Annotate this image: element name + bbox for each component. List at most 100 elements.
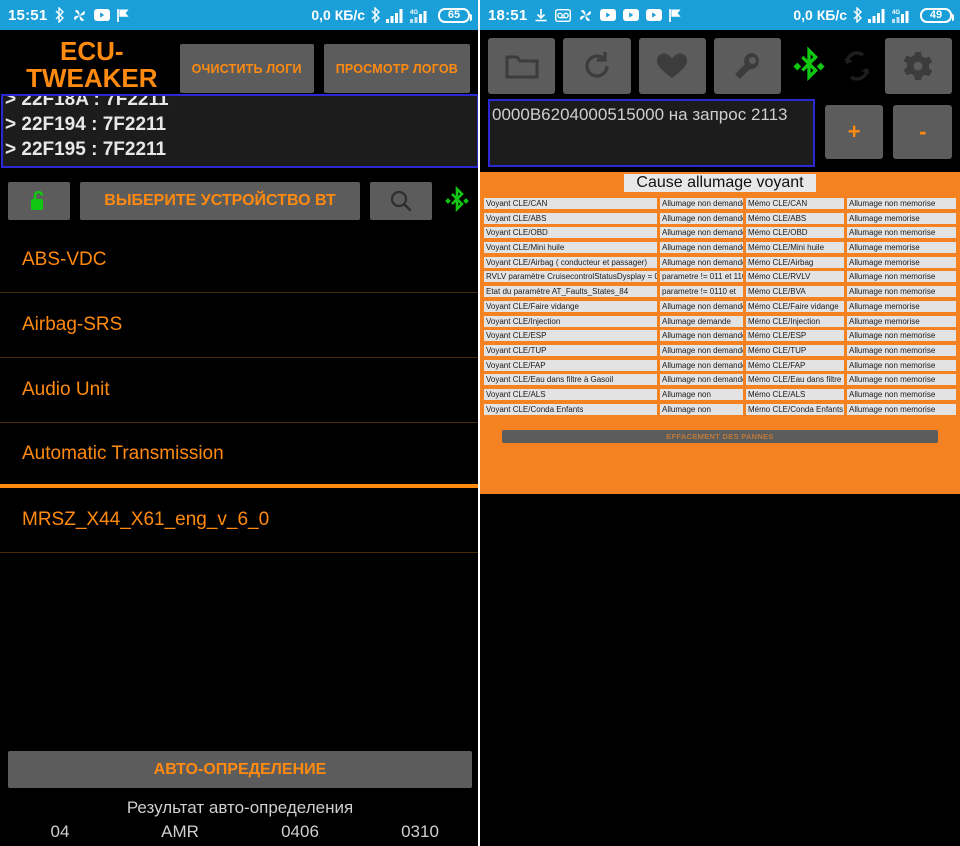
auto-result-value: 04 bbox=[50, 822, 70, 841]
pinwheel-icon bbox=[578, 8, 593, 23]
cell-label-right: Mémo CLE/BVA bbox=[746, 286, 844, 298]
increase-button[interactable]: + bbox=[824, 105, 884, 159]
settings-button[interactable] bbox=[884, 38, 953, 94]
bluetooth-icon bbox=[54, 7, 65, 23]
status-bar-right-group: 0,0 КБ/с 4G 49 bbox=[793, 7, 954, 23]
bluetooth-icon bbox=[370, 7, 381, 23]
cell-value-left: Allumage non demande bbox=[660, 256, 743, 268]
log-line: > 22F194 : 7F2211 bbox=[5, 114, 167, 135]
ecu-list-item[interactable]: Audio Unit bbox=[0, 358, 478, 423]
ecu-list-item[interactable]: ABS-VDC bbox=[0, 228, 478, 293]
bluetooth-icon bbox=[444, 186, 470, 216]
table-row[interactable]: Voyant CLE/Conda Enfants Allumage non Mé… bbox=[484, 403, 956, 419]
clear-logs-button[interactable]: ОЧИСТИТЬ ЛОГИ bbox=[179, 44, 314, 93]
screenshot-root: 15:51 0,0 КБ/с 4G 65 ECU-TWEAKER ОЧИСТИТ… bbox=[0, 0, 960, 846]
table-row[interactable]: Voyant CLE/ABS Allumage non demande Mémo… bbox=[484, 212, 956, 228]
ecu-list-item[interactable]: Automatic Transmission bbox=[0, 423, 478, 488]
table-row[interactable]: Voyant CLE/TUP Allumage non demande Mémo… bbox=[484, 344, 956, 360]
clear-faults-button[interactable]: EFFACEMENT DES PANNES bbox=[502, 430, 938, 444]
response-text-area[interactable]: 0000B6204000515000 на запрос 2113 bbox=[488, 99, 815, 167]
auto-detect-button[interactable]: АВТО-ОПРЕДЕЛЕНИЕ bbox=[8, 751, 472, 788]
log-line: > 22F195 : 7F2211 bbox=[5, 139, 167, 160]
search-icon bbox=[389, 189, 413, 213]
table-row[interactable]: Etat du paramètre AT_Faults_States_84 pa… bbox=[484, 286, 956, 301]
right-toolbar bbox=[480, 30, 960, 96]
cell-value-right: Allumage memorise bbox=[847, 315, 956, 327]
bluetooth-button[interactable] bbox=[789, 38, 829, 94]
ecu-list-item[interactable]: MRSZ_X44_X61_eng_v_6_0 bbox=[0, 488, 478, 553]
diagnostics-panel: Cause allumage voyant Voyant CLE/CAN All… bbox=[480, 172, 960, 494]
cell-value-left: Allumage demande bbox=[660, 315, 743, 327]
device-selection-row: ВЫБЕРИТЕ УСТРОЙСТВО ВТ bbox=[0, 180, 478, 222]
favorites-button[interactable] bbox=[638, 38, 707, 94]
cell-label-right: Mémo CLE/ESP bbox=[746, 330, 844, 342]
table-row[interactable]: Voyant CLE/Injection Allumage demande Mé… bbox=[484, 315, 956, 331]
cell-value-right: Allumage non memorise bbox=[847, 330, 956, 342]
decrease-button[interactable]: - bbox=[893, 105, 953, 159]
unlock-button[interactable] bbox=[8, 182, 70, 220]
table-row[interactable]: Voyant CLE/OBD Allumage non demande Mémo… bbox=[484, 227, 956, 242]
cell-label-left: Voyant CLE/Faire vidange bbox=[484, 300, 657, 312]
cell-label-right: Mémo CLE/Airbag bbox=[746, 256, 844, 268]
cell-value-right: Allumage memorise bbox=[847, 242, 956, 254]
search-button[interactable] bbox=[370, 182, 432, 220]
cell-value-left: Allumage non demande bbox=[660, 212, 743, 224]
table-row[interactable]: Voyant CLE/Mini huile Allumage non deman… bbox=[484, 242, 956, 257]
network-speed: 0,0 КБ/с bbox=[311, 7, 365, 23]
cell-value-left: Allumage non demande bbox=[660, 227, 743, 239]
cell-value-left: Allumage non demande bbox=[660, 344, 743, 356]
cell-value-right: Allumage non memorise bbox=[847, 286, 956, 298]
table-row[interactable]: Voyant CLE/Faire vidange Allumage non de… bbox=[484, 300, 956, 316]
ecu-list-item[interactable]: Airbag-SRS bbox=[0, 293, 478, 358]
auto-result-title: Результат авто-определения bbox=[126, 798, 354, 817]
cell-label-right: Mémo CLE/ABS bbox=[746, 212, 844, 224]
battery-indicator: 49 bbox=[920, 7, 954, 23]
bluetooth-status-button[interactable] bbox=[442, 186, 472, 216]
cell-label-left: Voyant CLE/ALS bbox=[484, 388, 657, 400]
response-row: 0000B6204000515000 на запрос 2113 + - bbox=[480, 99, 960, 167]
cell-value-right: Allumage non memorise bbox=[847, 271, 956, 283]
heart-icon bbox=[655, 51, 689, 81]
panel-title: Cause allumage voyant bbox=[624, 174, 816, 192]
table-row[interactable]: RVLV paramètre CruisecontrolStatusDyspla… bbox=[484, 271, 956, 286]
auto-result-row: 04 AMR 0406 0310 bbox=[0, 822, 478, 842]
folder-button[interactable] bbox=[488, 38, 556, 94]
youtube-icon bbox=[623, 9, 640, 21]
cell-value-right: Allumage memorise bbox=[847, 300, 956, 312]
log-output-area[interactable]: > 22F18A : 7F2211 > 22F194 : 7F2211 > 22… bbox=[1, 94, 478, 168]
table-row[interactable]: Voyant CLE/CAN Allumage non demande Mémo… bbox=[484, 198, 956, 213]
cell-label-left: Voyant CLE/TUP bbox=[484, 344, 657, 356]
table-row[interactable]: Voyant CLE/FAP Allumage non demande Mémo… bbox=[484, 359, 956, 375]
table-row[interactable]: Voyant CLE/Airbag ( conducteur et passag… bbox=[484, 256, 956, 272]
youtube-icon bbox=[600, 9, 617, 21]
table-row[interactable]: Voyant CLE/Eau dans filtre à Gasoil Allu… bbox=[484, 374, 956, 389]
cell-label-left: Voyant CLE/Injection bbox=[484, 315, 657, 327]
cell-value-left: Allumage non demande bbox=[660, 359, 743, 371]
cell-label-left: Voyant CLE/ESP bbox=[484, 330, 657, 342]
svg-text:4G: 4G bbox=[410, 10, 418, 16]
cell-value-left: Allumage non bbox=[660, 403, 743, 415]
tools-button[interactable] bbox=[714, 38, 782, 94]
download-icon bbox=[534, 8, 548, 23]
table-row[interactable]: Voyant CLE/ESP Allumage non demande Mémo… bbox=[484, 330, 956, 345]
table-row[interactable]: Voyant CLE/ALS Allumage non Mémo CLE/ALS… bbox=[484, 388, 956, 404]
cell-label-right: Mémo CLE/Injection bbox=[746, 315, 844, 327]
select-bt-device-button[interactable]: ВЫБЕРИТЕ УСТРОЙСТВО ВТ bbox=[80, 182, 360, 220]
cell-label-left: Voyant CLE/ABS bbox=[484, 212, 657, 224]
cell-value-left: Allumage non demande bbox=[660, 242, 743, 254]
sync-button[interactable] bbox=[837, 38, 877, 94]
status-bar-left-group: 15:51 bbox=[8, 7, 130, 24]
left-app-header: ECU-TWEAKER ОЧИСТИТЬ ЛОГИ ПРОСМОТР ЛОГОВ bbox=[0, 30, 478, 93]
cell-value-right: Allumage memorise bbox=[847, 212, 956, 224]
cell-label-left: Voyant CLE/Airbag ( conducteur et passag… bbox=[484, 256, 657, 268]
cell-value-left: parametre != 011 et 110 bbox=[660, 271, 743, 283]
cell-label-left: Voyant CLE/Conda Enfants bbox=[484, 403, 657, 415]
battery-indicator: 65 bbox=[438, 7, 472, 23]
check-flag-icon bbox=[669, 8, 682, 23]
status-bar-right-group: 0,0 КБ/с 4G 65 bbox=[311, 7, 472, 23]
header-button-group: ОЧИСТИТЬ ЛОГИ ПРОСМОТР ЛОГОВ bbox=[179, 36, 470, 93]
refresh-icon bbox=[581, 50, 613, 82]
view-logs-button[interactable]: ПРОСМОТР ЛОГОВ bbox=[323, 44, 470, 93]
refresh-button[interactable] bbox=[563, 38, 631, 94]
cell-label-right: Mémo CLE/Eau dans filtre à bbox=[746, 374, 844, 386]
